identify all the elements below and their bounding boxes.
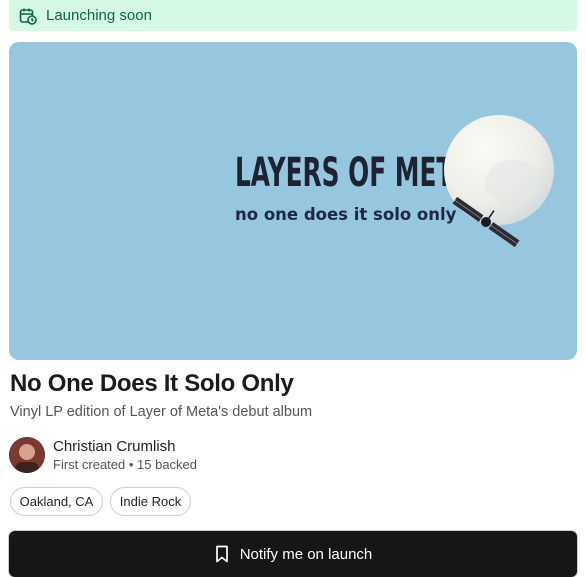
moon-satellite-illustration xyxy=(444,115,554,248)
notify-button-label: Notify me on launch xyxy=(239,545,373,563)
creator-name[interactable]: Christian Crumlish xyxy=(53,438,176,455)
tag-category[interactable]: Indie Rock xyxy=(110,487,191,516)
creator-meta: First created • 15 backed xyxy=(53,457,198,472)
hero-album-subtitle: no one does it solo only xyxy=(235,205,457,224)
project-title: No One Does It Solo Only xyxy=(10,370,294,397)
creator-avatar[interactable] xyxy=(9,437,45,473)
launching-soon-banner: Launching soon xyxy=(9,0,577,31)
project-description: Vinyl LP edition of Layer of Meta's debu… xyxy=(10,404,313,420)
notify-me-button[interactable]: Notify me on launch xyxy=(9,531,577,577)
project-hero-image[interactable]: LAYERS OF META no one does it solo only xyxy=(9,42,577,360)
calendar-clock-icon xyxy=(19,7,37,25)
tag-location[interactable]: Oakland, CA xyxy=(10,487,103,516)
banner-text: Launching soon xyxy=(46,7,152,24)
bookmark-icon xyxy=(214,545,230,563)
